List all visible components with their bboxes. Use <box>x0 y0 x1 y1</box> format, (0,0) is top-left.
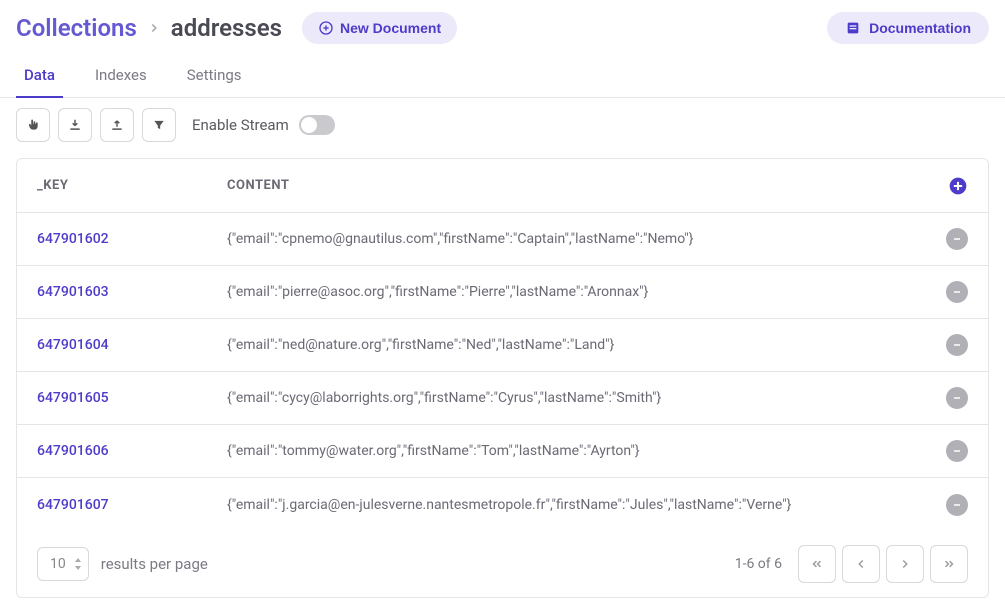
add-row-button[interactable] <box>948 176 968 196</box>
chevron-right-icon <box>898 557 912 571</box>
chevron-right-icon <box>147 21 161 35</box>
breadcrumb-root[interactable]: Collections <box>16 14 137 42</box>
chevron-double-right-icon <box>942 557 956 571</box>
breadcrumb: Collections addresses <box>16 14 282 42</box>
row-key-link[interactable]: 647901607 <box>37 497 109 513</box>
row-content: {"email":"cpnemo@gnautilus.com","firstNa… <box>227 231 928 247</box>
remove-row-button[interactable] <box>946 494 968 516</box>
remove-row-button[interactable] <box>946 281 968 303</box>
table-row: 647901604 {"email":"ned@nature.org","firs… <box>17 319 988 372</box>
caret-icon <box>74 558 82 570</box>
remove-row-button[interactable] <box>946 387 968 409</box>
filter-button[interactable] <box>142 108 176 142</box>
tab-settings[interactable]: Settings <box>179 56 250 98</box>
new-document-label: New Document <box>340 20 441 36</box>
remove-row-button[interactable] <box>946 228 968 250</box>
plus-circle-icon <box>318 20 334 36</box>
remove-row-button[interactable] <box>946 334 968 356</box>
chevron-left-icon <box>854 557 868 571</box>
page-size-value: 10 <box>50 556 66 572</box>
new-document-button[interactable]: New Document <box>302 12 457 44</box>
download-button[interactable] <box>58 108 92 142</box>
filter-icon <box>152 118 166 132</box>
documentation-label: Documentation <box>869 20 971 36</box>
breadcrumb-current: addresses <box>171 14 282 42</box>
table-row: 647901603 {"email":"pierre@asoc.org","fir… <box>17 266 988 319</box>
tab-indexes[interactable]: Indexes <box>87 56 155 98</box>
enable-stream-label: Enable Stream <box>192 116 289 134</box>
first-page-button[interactable] <box>798 545 836 583</box>
table-row: 647901607 {"email":"j.garcia@en-julesvern… <box>17 478 988 531</box>
pagination: 10 results per page 1-6 of 6 <box>17 531 988 597</box>
chevron-double-left-icon <box>810 557 824 571</box>
row-content: {"email":"tommy@water.org","firstName":"… <box>227 443 928 459</box>
toggle-knob <box>301 117 317 133</box>
upload-icon <box>110 118 124 132</box>
page-header: Collections addresses New Document Docum… <box>0 0 1005 56</box>
row-key-link[interactable]: 647901606 <box>37 443 109 459</box>
toolbar: Enable Stream <box>0 98 1005 152</box>
table-header: _KEY CONTENT <box>17 159 988 213</box>
page-size-select[interactable]: 10 <box>37 547 89 581</box>
remove-row-button[interactable] <box>946 440 968 462</box>
next-page-button[interactable] <box>886 545 924 583</box>
row-content: {"email":"ned@nature.org","firstName":"N… <box>227 337 928 353</box>
enable-stream-control: Enable Stream <box>192 115 335 135</box>
table-row: 647901602 {"email":"cpnemo@gnautilus.com"… <box>17 213 988 266</box>
table-row: 647901606 {"email":"tommy@water.org","fir… <box>17 425 988 478</box>
pager-range: 1-6 of 6 <box>735 556 782 572</box>
row-key-link[interactable]: 647901605 <box>37 390 109 406</box>
download-icon <box>68 118 82 132</box>
book-icon <box>845 20 861 36</box>
prev-page-button[interactable] <box>842 545 880 583</box>
column-content: CONTENT <box>227 178 928 193</box>
row-content: {"email":"pierre@asoc.org","firstName":"… <box>227 284 928 300</box>
last-page-button[interactable] <box>930 545 968 583</box>
column-key: _KEY <box>37 178 227 193</box>
results-per-page-label: results per page <box>101 555 208 573</box>
row-content: {"email":"cycy@laborrights.org","firstNa… <box>227 390 928 406</box>
table-row: 647901605 {"email":"cycy@laborrights.org"… <box>17 372 988 425</box>
row-key-link[interactable]: 647901603 <box>37 284 109 300</box>
documentation-button[interactable]: Documentation <box>827 12 989 44</box>
row-content: {"email":"j.garcia@en-julesverne.nantesm… <box>227 497 928 513</box>
tab-data[interactable]: Data <box>16 56 63 98</box>
row-key-link[interactable]: 647901602 <box>37 231 109 247</box>
tabs: Data Indexes Settings <box>0 56 1005 98</box>
upload-button[interactable] <box>100 108 134 142</box>
hand-pointer-icon <box>26 118 40 132</box>
documents-table: _KEY CONTENT 647901602 {"email":"cpnemo@g… <box>16 158 989 598</box>
point-tool-button[interactable] <box>16 108 50 142</box>
enable-stream-toggle[interactable] <box>299 115 335 135</box>
row-key-link[interactable]: 647901604 <box>37 337 109 353</box>
